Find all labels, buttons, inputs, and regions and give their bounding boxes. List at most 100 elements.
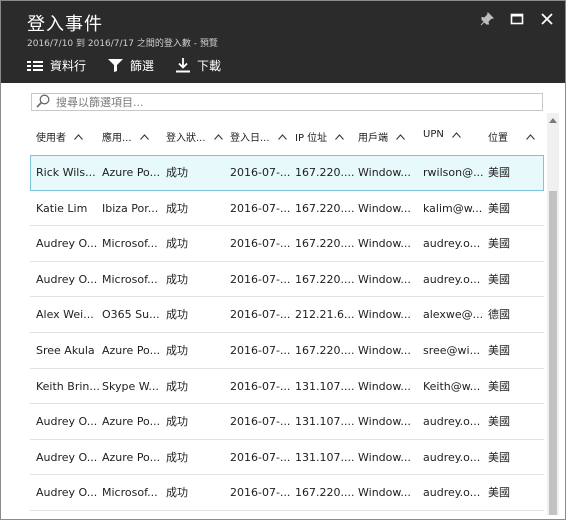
columns-button[interactable]: 資料行 — [27, 57, 86, 74]
table-row[interactable]: Sree Akula Azure Po... 成功 2016-07-... 167.22… — [30, 333, 544, 369]
cell-upn: sree@wi... — [423, 343, 481, 357]
search-box[interactable]: 搜尋以篩選項目... — [31, 93, 543, 111]
header-label: 位置 — [488, 133, 508, 144]
header-col-user[interactable]: 使用者 — [36, 129, 83, 144]
header-col-location[interactable]: 位置 — [488, 129, 535, 144]
cell-location: 美國 — [488, 379, 510, 393]
cell-app: O365 Su... — [102, 308, 160, 322]
blade-title: 登入事件 — [27, 14, 103, 35]
cell-user: Audrey O... — [36, 237, 98, 251]
sort-caret-up-icon[interactable] — [277, 133, 287, 140]
cell-client: Window... — [358, 486, 411, 500]
search-input[interactable]: 搜尋以篩選項目... — [56, 94, 144, 110]
scrollbar-thumb[interactable] — [549, 191, 557, 515]
cell-signin-status: 成功 — [166, 379, 188, 393]
header-label: IP 位址 — [295, 133, 328, 144]
cell-location: 德國 — [488, 308, 510, 322]
header-label: 登入狀... — [166, 133, 206, 144]
cell-signin-status: 成功 — [166, 343, 188, 357]
search-icon — [36, 93, 50, 112]
sort-caret-up-icon[interactable] — [139, 133, 149, 140]
sort-caret-up-icon[interactable] — [335, 133, 345, 140]
sort-caret-up-icon[interactable] — [74, 133, 83, 140]
pin-icon[interactable] — [479, 11, 495, 27]
header-label: 用戶端 — [358, 133, 388, 144]
header-col-signin-status[interactable]: 登入狀... — [166, 129, 223, 144]
table-row[interactable]: Audrey O... Microsof... 成功 2016-07-... 167.2… — [30, 475, 544, 511]
filter-icon — [108, 59, 124, 72]
cell-user: Audrey O... — [36, 486, 98, 500]
cell-signin-status: 成功 — [166, 272, 188, 286]
sort-caret-up-icon[interactable] — [396, 133, 405, 140]
table-row[interactable]: Keith Brin... Skype W... 成功 2016-07-... 131.… — [30, 369, 544, 405]
cell-signin-status: 成功 — [166, 486, 188, 500]
cell-location: 美國 — [488, 415, 510, 429]
table-body: Rick Wils... Azure Po... 成功 2016-07-... 167.… — [30, 155, 544, 511]
cell-location: 美國 — [488, 450, 510, 464]
table-row[interactable]: Alex Wei... O365 Su... 成功 2016-07-... 212.21… — [30, 297, 544, 333]
cell-location: 美國 — [488, 272, 510, 286]
table-row[interactable]: Rick Wils... Azure Po... 成功 2016-07-... 167.… — [30, 155, 544, 191]
maximize-icon[interactable] — [509, 11, 525, 27]
header-label: 使用者 — [36, 133, 66, 144]
cell-signin-date: 2016-07-... — [230, 379, 291, 393]
cell-client: Window... — [358, 237, 411, 251]
header-label: 應用... — [102, 133, 132, 144]
vertical-scrollbar[interactable] — [547, 113, 559, 515]
cell-signin-status: 成功 — [166, 450, 188, 464]
table-row[interactable]: Katie Lim Ibiza Por... 成功 2016-07-... 167.22… — [30, 191, 544, 227]
download-button[interactable]: 下載 — [176, 57, 221, 74]
table-row[interactable]: Audrey O... Microsof... 成功 2016-07-... 167.2… — [30, 262, 544, 298]
table-row[interactable]: Audrey O... Microsof... 成功 2016-07-... 167.2… — [30, 226, 544, 262]
cell-signin-date: 2016-07-... — [230, 272, 291, 286]
table-row[interactable]: Audrey O... Azure Po... 成功 2016-07-... 131.1… — [30, 440, 544, 476]
command-bar: 資料行 篩選 下載 — [27, 57, 221, 74]
cell-client: Window... — [358, 415, 411, 429]
sort-caret-up-icon[interactable] — [526, 133, 535, 140]
cell-user: Katie Lim — [36, 201, 88, 215]
sort-caret-up-icon[interactable] — [213, 133, 223, 140]
cell-upn: rwilson@... — [423, 166, 484, 179]
cell-signin-status: 成功 — [166, 237, 188, 251]
cell-client: Window... — [358, 272, 411, 286]
close-icon[interactable] — [539, 11, 555, 27]
cell-signin-status: 成功 — [166, 308, 188, 322]
scroll-up-arrow-icon[interactable] — [547, 115, 559, 125]
header-col-client[interactable]: 用戶端 — [358, 129, 405, 144]
cell-app: Microsof... — [102, 272, 158, 286]
cell-upn: audrey.o... — [423, 415, 481, 429]
header-col-upn[interactable]: UPN — [423, 129, 461, 140]
cell-app: Azure Po... — [102, 166, 161, 179]
download-label: 下載 — [197, 59, 222, 73]
cell-user: Rick Wils... — [36, 166, 96, 179]
header-label: 登入日... — [230, 133, 270, 144]
cell-location: 美國 — [488, 237, 510, 251]
cell-client: Window... — [358, 201, 411, 215]
cell-app: Ibiza Por... — [102, 201, 159, 215]
cell-signin-status: 成功 — [166, 166, 188, 179]
header-col-signin-date[interactable]: 登入日... — [230, 129, 287, 144]
list-columns-icon — [27, 60, 43, 72]
cell-ip-address: 212.21.6... — [295, 308, 355, 322]
cell-signin-date: 2016-07-... — [230, 450, 291, 464]
cell-client: Window... — [358, 343, 411, 357]
cell-ip-address: 131.107.... — [295, 415, 355, 429]
cell-client: Window... — [358, 166, 411, 179]
cell-app: Azure Po... — [102, 415, 161, 429]
header-col-app[interactable]: 應用... — [102, 129, 149, 144]
header-label: UPN — [423, 129, 444, 140]
sort-caret-up-icon[interactable] — [451, 131, 461, 138]
cell-upn: audrey.o... — [423, 237, 481, 251]
window-controls — [479, 11, 555, 27]
cell-signin-date: 2016-07-... — [230, 343, 291, 357]
cell-signin-status: 成功 — [166, 201, 188, 215]
cell-signin-date: 2016-07-... — [230, 308, 291, 322]
header-col-ip-address[interactable]: IP 位址 — [295, 129, 345, 144]
table-row[interactable]: Audrey O... Azure Po... 成功 2016-07-... 131.1… — [30, 404, 544, 440]
filter-button[interactable]: 篩選 — [108, 57, 154, 74]
blade-content: 搜尋以篩選項目... 使用者 應用... 登入狀... 登入日... IP 位址 用戶端 U… — [1, 83, 565, 519]
cell-ip-address: 167.220.... — [295, 201, 355, 215]
cell-user: Sree Akula — [36, 343, 95, 357]
cell-signin-status: 成功 — [166, 415, 188, 429]
table-header: 使用者 應用... 登入狀... 登入日... IP 位址 用戶端 UPN 位置 — [30, 119, 544, 155]
